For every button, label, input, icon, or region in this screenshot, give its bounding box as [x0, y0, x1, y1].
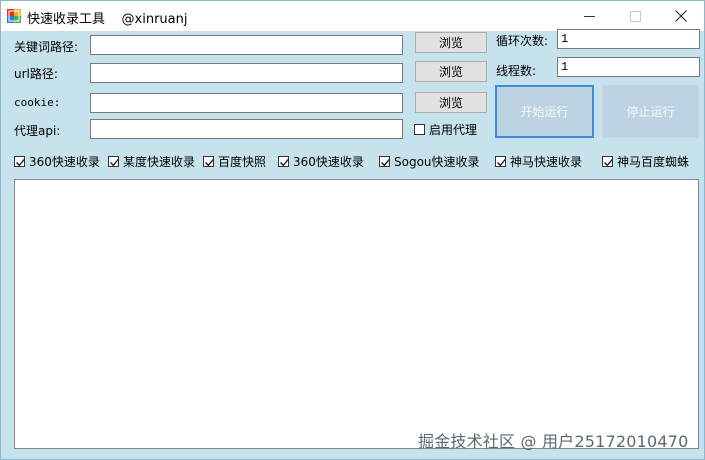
- title-bar: 快速收录工具 @xinruanj: [1, 1, 704, 31]
- url-path-label: url路径:: [14, 67, 58, 81]
- checkbox-box: [602, 156, 614, 167]
- url-path-input[interactable]: [90, 63, 403, 83]
- stop-button[interactable]: 停止运行: [602, 85, 699, 138]
- maximize-button[interactable]: [612, 1, 658, 31]
- enable-proxy-checkbox[interactable]: 启用代理: [414, 121, 477, 138]
- maximize-icon: [629, 10, 641, 22]
- proxy-api-input[interactable]: [90, 119, 403, 139]
- watermark: 掘金技术社区 @ 用户25172010470: [418, 432, 689, 451]
- engine-checkbox-label: Sogou快速收录: [394, 155, 480, 169]
- start-button[interactable]: 开始运行: [495, 85, 594, 138]
- engine-checkbox[interactable]: Sogou快速收录: [379, 153, 480, 170]
- engine-checkbox-label: 神马快速收录: [510, 155, 583, 169]
- check-icon: [16, 158, 26, 167]
- proxy-api-label: 代理api:: [14, 124, 61, 138]
- engine-checkbox-label: 360快速收录: [29, 155, 100, 169]
- enable-proxy-label: 启用代理: [429, 123, 478, 137]
- cookie-label: cookie:: [14, 96, 61, 109]
- browse-cookie-button[interactable]: 浏览: [415, 92, 487, 113]
- engine-checkbox[interactable]: 百度快照: [203, 153, 266, 170]
- engine-checkbox-label: 某度快速收录: [123, 155, 196, 169]
- checkbox-box: [14, 156, 26, 167]
- engine-checkbox[interactable]: 神马百度蜘蛛: [602, 153, 689, 170]
- keyword-path-label: 关键词路径:: [14, 40, 79, 54]
- checkbox-box: [379, 156, 391, 167]
- thread-count-input[interactable]: 1: [557, 57, 700, 77]
- check-icon: [205, 158, 215, 167]
- engine-checkbox[interactable]: 360快速收录: [278, 153, 364, 170]
- close-icon: [675, 10, 687, 22]
- check-icon: [110, 158, 120, 167]
- engine-checkbox[interactable]: 神马快速收录: [495, 153, 582, 170]
- checkbox-box: [278, 156, 290, 167]
- minimize-button[interactable]: [566, 1, 612, 31]
- log-output[interactable]: [14, 179, 699, 449]
- checkbox-box: [495, 156, 507, 167]
- engine-checkbox[interactable]: 360快速收录: [14, 153, 100, 170]
- minimize-icon: [583, 15, 595, 17]
- engine-checkbox-label: 360快速收录: [293, 155, 364, 169]
- check-icon: [280, 158, 290, 167]
- thread-count-label: 线程数:: [496, 64, 537, 78]
- close-button[interactable]: [658, 1, 704, 31]
- cookie-input[interactable]: [90, 93, 403, 113]
- browse-url-button[interactable]: 浏览: [415, 61, 487, 82]
- engine-checkbox-label: 百度快照: [218, 155, 267, 169]
- engine-checkbox-label: 神马百度蜘蛛: [617, 155, 690, 169]
- check-icon: [497, 158, 507, 167]
- check-icon: [604, 158, 614, 167]
- keyword-path-input[interactable]: [90, 35, 403, 55]
- window-title: 快速收录工具 @xinruanj: [27, 12, 188, 27]
- main-window: 快速收录工具 @xinruanj 关键词路径: 浏览 url路径: 浏览 coo…: [0, 0, 705, 460]
- checkbox-box: [414, 124, 425, 135]
- loop-count-label: 循环次数:: [496, 34, 549, 48]
- loop-count-input[interactable]: 1: [557, 29, 700, 49]
- check-icon: [381, 158, 391, 167]
- browse-keyword-button[interactable]: 浏览: [415, 32, 487, 53]
- checkbox-box: [203, 156, 215, 167]
- checkbox-box: [108, 156, 120, 167]
- app-icon: [7, 9, 21, 23]
- engine-checkbox[interactable]: 某度快速收录: [108, 153, 195, 170]
